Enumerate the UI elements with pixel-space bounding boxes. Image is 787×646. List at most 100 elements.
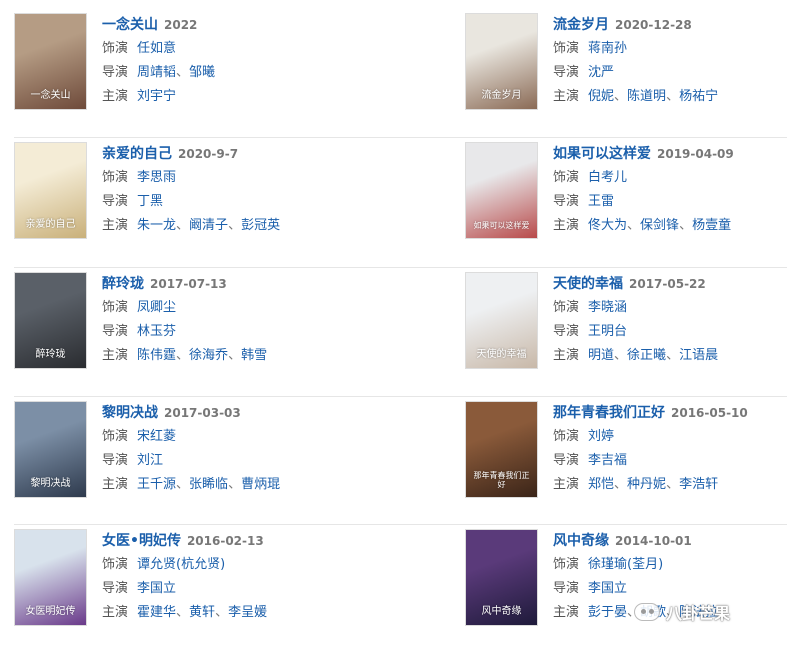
cast-link[interactable]: 郑恺 [588,477,614,492]
cast-link[interactable]: 王千源 [137,477,176,492]
separator: 、 [176,65,190,80]
separator: 、 [228,477,242,492]
director-link[interactable]: 李国立 [137,581,176,596]
drama-title-link[interactable]: 醉玲珑 [102,276,144,292]
poster-image[interactable]: 黎明决战 [14,401,87,498]
cast-link[interactable]: 彭于晏 [588,605,627,620]
director-label: 导演 [102,194,129,209]
cast-link[interactable]: 韩雪 [241,348,267,363]
role-link[interactable]: 蒋南孙 [588,41,627,56]
separator: 、 [666,348,680,363]
cast-link[interactable]: 江语晨 [679,348,718,363]
cast-link[interactable]: 陈伟霆 [137,348,176,363]
role-label: 饰演 [102,170,129,185]
drama-card: 女医明妃传 女医•明妃传 2016-02-13 饰演 谭允贤(杭允贤) 导演 李国立 主演 霍建… [14,529,374,629]
role-link[interactable]: 刘婷 [588,429,614,444]
drama-row: 醉玲珑 醉玲珑 2017-07-13 饰演 凤卿尘 导演 林玉芬 主演 陈伟霆、徐海乔、韩雪 天使… [14,272,787,401]
director-link[interactable]: 李国立 [588,581,627,596]
drama-info: 醉玲珑 2017-07-13 饰演 凤卿尘 导演 林玉芬 主演 陈伟霆、徐海乔、韩雪 [102,272,382,368]
cast-link[interactable]: 明道 [588,348,614,363]
cast-link[interactable]: 徐正曦 [627,348,666,363]
role-link[interactable]: 李晓涵 [588,300,627,315]
drama-card: 那年青春我们正好 那年青春我们正好 2016-05-10 饰演 刘婷 导演 李吉福 主演 郑恺、… [465,401,787,501]
director-link[interactable]: 王雷 [588,194,614,209]
cast-link[interactable]: 杨壹童 [692,218,731,233]
role-line: 饰演 李晓涵 [553,296,787,320]
role-link[interactable]: 任如意 [137,41,176,56]
director-link[interactable]: 刘江 [137,453,163,468]
cast-link[interactable]: 朱一龙 [137,218,176,233]
director-link[interactable]: 丁黑 [137,194,163,209]
cast-link[interactable]: 张睎临 [189,477,228,492]
poster-image[interactable]: 那年青春我们正好 [465,401,538,498]
title-line: 女医•明妃传 2016-02-13 [102,529,382,553]
title-line: 流金岁月 2020-12-28 [553,13,787,37]
director-link[interactable]: 李吉福 [588,453,627,468]
role-link[interactable]: 凤卿尘 [137,300,176,315]
drama-card: 流金岁月 流金岁月 2020-12-28 饰演 蒋南孙 导演 沈严 主演 倪妮、陈道明、杨祐宁 [465,13,787,113]
poster-image[interactable]: 一念关山 [14,13,87,110]
cast-link[interactable]: 种丹妮 [627,477,666,492]
cast-link[interactable]: 陈道明 [627,89,666,104]
director-link[interactable]: 王明台 [588,324,627,339]
drama-row: 一念关山 一念关山 2022 饰演 任如意 导演 周靖韬、邹曦 主演 刘宇宁 流金岁月 流金岁月 20… [14,13,787,142]
wechat-icon [634,603,660,621]
cast-link[interactable]: 刘宇宁 [137,89,176,104]
poster-image[interactable]: 醉玲珑 [14,272,87,369]
role-link[interactable]: 谭允贤(杭允贤) [137,557,225,572]
cast-link[interactable]: 彭冠英 [241,218,280,233]
cast-line: 主演 佟大为、保剑锋、杨壹童 [553,214,787,238]
director-label: 导演 [102,65,129,80]
director-link[interactable]: 邹曦 [189,65,215,80]
drama-card: 天使的幸福 天使的幸福 2017-05-22 饰演 李晓涵 导演 王明台 主演 明道、徐正曦、江… [465,272,787,372]
drama-title-link[interactable]: 如果可以这样爱 [553,146,651,162]
poster-image[interactable]: 风中奇缘 [465,529,538,626]
drama-info: 亲爱的自己 2020-9-7 饰演 李思雨 导演 丁黑 主演 朱一龙、阚清子、彭冠英 [102,142,382,238]
role-link[interactable]: 徐瑾瑜(荃月) [588,557,663,572]
role-link[interactable]: 李思雨 [137,170,176,185]
separator: 、 [176,477,190,492]
drama-title-link[interactable]: 亲爱的自己 [102,146,172,162]
cast-link[interactable]: 霍建华 [137,605,176,620]
cast-link[interactable]: 徐海乔 [189,348,228,363]
role-link[interactable]: 宋红菱 [137,429,176,444]
drama-title-link[interactable]: 女医•明妃传 [102,533,181,549]
poster-image[interactable]: 女医明妃传 [14,529,87,626]
drama-info: 天使的幸福 2017-05-22 饰演 李晓涵 导演 王明台 主演 明道、徐正曦、江语晨 [553,272,787,368]
cast-link[interactable]: 曹炳琨 [241,477,280,492]
cast-link[interactable]: 阚清子 [189,218,228,233]
cast-label: 主演 [102,477,129,492]
cast-link[interactable]: 黄轩 [189,605,215,620]
director-line: 导演 沈严 [553,61,787,85]
role-link[interactable]: 白考儿 [588,170,627,185]
role-line: 饰演 蒋南孙 [553,37,787,61]
poster-image[interactable]: 如果可以这样爱 [465,142,538,239]
drama-row: 黎明决战 黎明决战 2017-03-03 饰演 宋红菱 导演 刘江 主演 王千源、张睎临、曹炳琨… [14,401,787,530]
cast-link[interactable]: 李浩轩 [679,477,718,492]
drama-title-link[interactable]: 那年青春我们正好 [553,405,665,421]
cast-label: 主演 [102,605,129,620]
cast-link[interactable]: 佟大为 [588,218,627,233]
cast-link[interactable]: 倪妮 [588,89,614,104]
poster-image[interactable]: 天使的幸福 [465,272,538,369]
cast-label: 主演 [553,348,580,363]
cast-link[interactable]: 杨祐宁 [679,89,718,104]
drama-title-link[interactable]: 流金岁月 [553,17,609,33]
drama-title-link[interactable]: 天使的幸福 [553,276,623,292]
director-link[interactable]: 林玉芬 [137,324,176,339]
role-line: 饰演 李思雨 [102,166,382,190]
poster-image[interactable]: 流金岁月 [465,13,538,110]
director-line: 导演 李吉福 [553,449,787,473]
drama-title-link[interactable]: 风中奇缘 [553,533,609,549]
director-link[interactable]: 周靖韬 [137,65,176,80]
drama-card: 一念关山 一念关山 2022 饰演 任如意 导演 周靖韬、邹曦 主演 刘宇宁 [14,13,374,113]
row-divider [14,396,787,397]
drama-title-link[interactable]: 黎明决战 [102,405,158,421]
cast-link[interactable]: 李呈媛 [228,605,267,620]
cast-link[interactable]: 保剑锋 [640,218,679,233]
drama-title-link[interactable]: 一念关山 [102,17,158,33]
separator: 、 [614,89,628,104]
poster-image[interactable]: 亲爱的自己 [14,142,87,239]
role-label: 饰演 [553,170,580,185]
director-link[interactable]: 沈严 [588,65,614,80]
